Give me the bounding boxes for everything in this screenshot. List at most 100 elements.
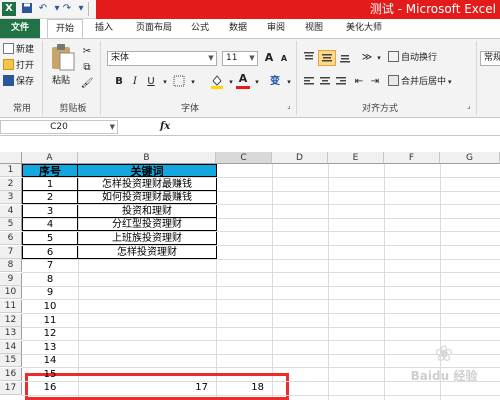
tab-home[interactable]: 开始 [47, 19, 83, 38]
row-header-6[interactable]: 6 [0, 232, 22, 245]
merge-center-button[interactable]: 合并后居中 ▾ [388, 75, 452, 89]
align-left-icon[interactable] [302, 75, 316, 89]
align-middle-icon[interactable] [318, 50, 336, 66]
customize-icon[interactable]: ▾ [74, 2, 88, 16]
border-dropdown-icon[interactable]: ▾ [186, 75, 200, 89]
cell-a13[interactable]: 12 [22, 327, 78, 340]
header-cell-keyword[interactable]: 关键词 [77, 164, 217, 177]
fill-color-icon[interactable] [210, 73, 224, 89]
cell-b3[interactable]: 如何投资理财最赚钱 [77, 191, 217, 204]
cell-a3[interactable]: 2 [22, 191, 78, 204]
row-header-15[interactable]: 15 [0, 354, 22, 367]
row-header-4[interactable]: 4 [0, 205, 22, 218]
align-center-icon[interactable] [318, 75, 332, 89]
border-icon[interactable] [172, 75, 186, 89]
cell-a9[interactable]: 8 [22, 273, 78, 286]
save-button[interactable]: 保存 [3, 75, 34, 89]
row-header-17[interactable]: 17 [0, 382, 22, 395]
align-bottom-icon[interactable] [338, 51, 352, 65]
align-top-icon[interactable] [302, 51, 316, 65]
tab-insert[interactable]: 插入 [88, 19, 120, 38]
paste-icon[interactable] [50, 43, 76, 73]
tab-formulas[interactable]: 公式 [184, 19, 216, 38]
cell-a14[interactable]: 13 [22, 341, 78, 354]
underline-dropdown-icon[interactable]: ▾ [158, 75, 172, 89]
column-header-a[interactable]: A [22, 152, 78, 164]
format-painter-icon[interactable]: 🖌 [80, 77, 94, 91]
cell-a2[interactable]: 1 [22, 178, 78, 191]
redo-icon[interactable]: ↷ [60, 2, 74, 16]
tab-beautify-master[interactable]: 美化大师 [338, 19, 390, 38]
header-cell-seq[interactable]: 序号 [22, 164, 78, 177]
wrap-text-button[interactable]: 自动换行 [388, 51, 437, 65]
decrease-indent-icon[interactable]: ⇤ [352, 75, 366, 89]
cell-a15[interactable]: 14 [22, 354, 78, 367]
name-box[interactable]: C20 ▼ [0, 120, 118, 134]
open-button[interactable]: 打开 [3, 59, 34, 73]
cell-b7[interactable]: 怎样投资理财 [77, 246, 217, 259]
tab-data[interactable]: 数据 [222, 19, 254, 38]
row-header-11[interactable]: 11 [0, 300, 22, 313]
row-header-8[interactable]: 8 [0, 259, 22, 272]
row-header-5[interactable]: 5 [0, 218, 22, 231]
cell-a12[interactable]: 11 [22, 314, 78, 327]
undo-icon[interactable]: ↶ [36, 2, 50, 16]
insert-function-button[interactable]: fx [160, 120, 170, 134]
grow-font-button[interactable]: A [262, 51, 276, 65]
font-color-dropdown-icon[interactable]: ▾ [250, 75, 264, 89]
row-header-1[interactable]: 1 [0, 164, 22, 177]
italic-button[interactable]: I [128, 75, 142, 89]
cell-a5[interactable]: 4 [22, 218, 78, 231]
increase-indent-icon[interactable]: ⇥ [368, 75, 382, 89]
cell-a6[interactable]: 5 [22, 232, 78, 245]
shrink-font-button[interactable]: A [277, 52, 291, 66]
row-header-13[interactable]: 13 [0, 327, 22, 340]
row-header-3[interactable]: 3 [0, 191, 22, 204]
phonetic-dropdown-icon[interactable]: ▾ [282, 75, 296, 89]
cell-a8[interactable]: 7 [22, 259, 78, 272]
row-header-16[interactable]: 16 [0, 368, 22, 381]
column-header-d[interactable]: D [272, 152, 328, 164]
tab-view[interactable]: 视图 [298, 19, 330, 38]
font-dialog-launcher-icon[interactable]: ⌟ [284, 101, 294, 111]
tab-file[interactable]: 文件 [0, 19, 40, 38]
phonetic-button[interactable]: 变 [268, 75, 282, 89]
select-all-corner[interactable] [0, 152, 22, 164]
font-name-select[interactable]: 宋体 ▼ [107, 51, 217, 66]
underline-button[interactable]: U [144, 75, 158, 89]
paste-button[interactable]: 粘贴 [52, 75, 70, 88]
row-header-7[interactable]: 7 [0, 246, 22, 259]
cell-b6[interactable]: 上班族投资理财 [77, 232, 217, 245]
cell-a16[interactable]: 15 [22, 368, 78, 381]
cell-b4[interactable]: 投资和理财 [77, 205, 217, 218]
column-header-c[interactable]: C [216, 152, 272, 164]
number-format-select[interactable]: 常规 [480, 51, 500, 66]
cell-a10[interactable]: 9 [22, 286, 78, 299]
orientation-dropdown-icon[interactable]: ▾ [372, 51, 386, 65]
column-header-b[interactable]: B [78, 152, 216, 164]
cell-b5[interactable]: 分红型投资理财 [77, 218, 217, 231]
cell-a7[interactable]: 6 [22, 246, 78, 259]
row-header-12[interactable]: 12 [0, 314, 22, 327]
formula-input[interactable] [176, 120, 496, 134]
new-button[interactable]: 新建 [3, 43, 34, 57]
column-header-e[interactable]: E [328, 152, 384, 164]
font-color-button[interactable]: A [236, 73, 250, 89]
tab-review[interactable]: 审阅 [260, 19, 292, 38]
column-header-f[interactable]: F [384, 152, 440, 164]
row-header-9[interactable]: 9 [0, 273, 22, 286]
align-right-icon[interactable] [334, 75, 348, 89]
row-header-10[interactable]: 10 [0, 286, 22, 299]
cell-a4[interactable]: 3 [22, 205, 78, 218]
tab-page-layout[interactable]: 页面布局 [128, 19, 180, 38]
bold-button[interactable]: B [112, 75, 126, 89]
alignment-dialog-launcher-icon[interactable]: ⌟ [464, 101, 474, 111]
cut-icon[interactable]: ✂ [80, 45, 94, 59]
column-header-g[interactable]: G [440, 152, 500, 164]
copy-icon[interactable]: ⧉ [80, 61, 94, 75]
save-icon[interactable] [20, 2, 34, 16]
row-header-14[interactable]: 14 [0, 341, 22, 354]
font-size-select[interactable]: 11 ▼ [222, 51, 258, 66]
row-header-2[interactable]: 2 [0, 178, 22, 191]
cell-a11[interactable]: 10 [22, 300, 78, 313]
